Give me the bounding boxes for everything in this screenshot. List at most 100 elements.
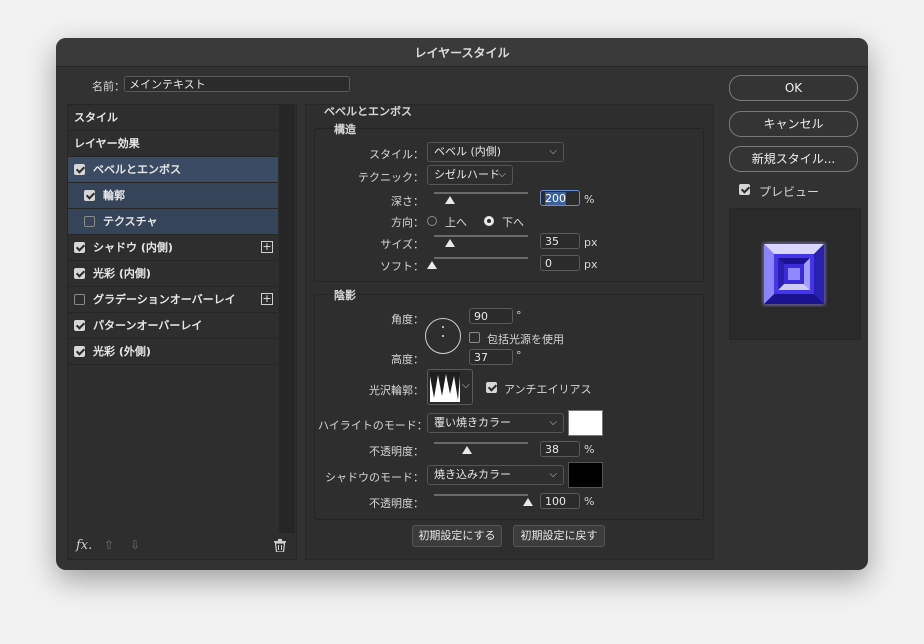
bevel-style-select[interactable]: ベベル (内側) ⌵ [427,142,564,162]
layer-style-dialog: レイヤースタイル 名前： メインテキスト スタイル レイヤー効果 ベベルとエンボ… [56,38,868,570]
depth-input[interactable]: 200 [540,190,580,206]
shading-group [314,294,704,520]
chevron-down-icon: ⌵ [549,146,557,157]
bevel-checkbox[interactable] [74,164,85,175]
direction-down-label[interactable]: 下へ [502,214,524,230]
name-input[interactable]: メインテキスト [124,76,350,92]
gloss-contour-picker[interactable]: ⌵ [427,369,473,405]
texture-checkbox[interactable] [84,216,95,227]
list-scrollbar[interactable] [279,105,295,533]
technique-label: テクニック： [358,171,424,184]
shadow-opacity-handle[interactable] [523,498,533,506]
highlight-mode-select[interactable]: 覆い焼きカラー ⌵ [427,413,564,433]
list-item-outer-glow[interactable]: 光彩 (外側) [68,339,278,365]
list-item-bevel-emboss[interactable]: ベベルとエンボス [68,157,278,183]
chevron-down-icon: ⌵ [549,469,557,480]
technique-value: シゼルハード [434,168,500,181]
structure-title: 構造 [334,123,356,136]
preview-label[interactable]: プレビュー [759,183,819,200]
shadow-opacity-input[interactable]: 100 [540,493,580,509]
add-gradient-overlay-icon[interactable]: + [261,293,273,305]
list-item-inner-shadow[interactable]: シャドウ (内側) + [68,235,278,261]
outer-glow-checkbox[interactable] [74,346,85,357]
title-bar: レイヤースタイル [56,38,868,67]
angle-dial-center [442,335,444,337]
inner-shadow-checkbox[interactable] [74,242,85,253]
preview-checkbox[interactable] [739,184,750,195]
list-item-label: パターンオーバーレイ [93,319,203,332]
depth-slider-handle[interactable] [445,196,455,204]
soften-slider-track[interactable] [434,257,528,259]
shadow-color-swatch[interactable] [568,462,603,488]
inner-glow-checkbox[interactable] [74,268,85,279]
angle-degree: ° [516,309,522,322]
depth-slider-track[interactable] [434,192,528,194]
antialias-checkbox[interactable] [486,382,497,393]
pattern-overlay-checkbox[interactable] [74,320,85,331]
shadow-mode-value: 焼き込みカラー [434,468,511,481]
list-item-inner-glow[interactable]: 光彩 (内側) [68,261,278,287]
highlight-color-swatch[interactable] [568,410,603,436]
contour-checkbox[interactable] [84,190,95,201]
reset-default-button[interactable]: 初期設定に戻す [513,525,605,547]
style-label: スタイル： [369,148,424,161]
make-default-button[interactable]: 初期設定にする [412,525,502,547]
ok-button[interactable]: OK [729,75,858,101]
list-item-contour[interactable]: 輪郭 [68,183,278,209]
technique-select[interactable]: シゼルハード ⌵ [427,165,513,185]
global-light-label[interactable]: 包括光源を使用 [487,331,564,347]
highlight-opacity-track[interactable] [434,442,528,444]
list-item-label: グラデーションオーバーレイ [93,293,236,306]
depth-label: 深さ： [391,195,424,208]
preview-box [729,208,861,340]
list-item-label: 光彩 (外側) [93,345,151,358]
global-light-checkbox[interactable] [469,332,480,343]
shadow-mode-label: シャドウのモード： [325,471,424,484]
angle-dial[interactable] [425,318,461,354]
list-item-label: ベベルとエンボス [93,163,181,176]
highlight-mode-value: 覆い焼きカラー [434,416,511,429]
gradient-overlay-checkbox[interactable] [74,294,85,305]
antialias-label[interactable]: アンチエイリアス [504,381,592,397]
shadow-mode-select[interactable]: 焼き込みカラー ⌵ [427,465,564,485]
depth-value: 200 [545,192,566,205]
new-style-button[interactable]: 新規スタイル... [729,146,858,172]
list-item-blending[interactable]: レイヤー効果 [68,131,278,157]
list-item-pattern-overlay[interactable]: パターンオーバーレイ [68,313,278,339]
soften-slider-handle[interactable] [427,261,437,269]
altitude-degree: ° [516,349,522,362]
depth-unit: % [584,193,595,206]
trash-icon[interactable] [274,539,286,552]
list-item-label: テクスチャ [103,215,158,228]
move-down-icon[interactable]: ⇩ [130,538,140,552]
altitude-input[interactable]: 37 [469,349,513,365]
direction-up-radio[interactable] [427,216,437,226]
name-label: 名前： [92,80,125,93]
soften-input[interactable]: 0 [540,255,580,271]
size-slider-track[interactable] [434,235,528,237]
highlight-opacity-unit: % [584,443,595,456]
shadow-opacity-track[interactable] [434,494,528,496]
direction-up-label[interactable]: 上へ [445,214,467,230]
cancel-button[interactable]: キャンセル [729,111,858,137]
move-up-icon[interactable]: ⇧ [104,538,114,552]
size-input[interactable]: 35 [540,233,580,249]
list-item-texture[interactable]: テクスチャ [68,209,278,235]
list-item-label: 光彩 (内側) [93,267,151,280]
list-item-gradient-overlay[interactable]: グラデーションオーバーレイ + [68,287,278,313]
list-item-label: 輪郭 [103,189,125,202]
highlight-opacity-handle[interactable] [462,446,472,454]
size-unit: px [584,236,598,249]
list-item-styles[interactable]: スタイル [68,105,278,131]
list-item-label: レイヤー効果 [74,137,140,150]
angle-dial-marker [442,326,444,328]
direction-down-radio[interactable] [484,216,494,226]
list-item-label: シャドウ (内側) [93,241,173,254]
highlight-opacity-input[interactable]: 38 [540,441,580,457]
gloss-contour-icon [430,372,460,402]
add-inner-shadow-icon[interactable]: + [261,241,273,253]
size-slider-handle[interactable] [445,239,455,247]
shading-title: 陰影 [334,289,356,302]
fx-icon[interactable]: fx. [76,538,92,553]
angle-input[interactable]: 90 [469,308,513,324]
